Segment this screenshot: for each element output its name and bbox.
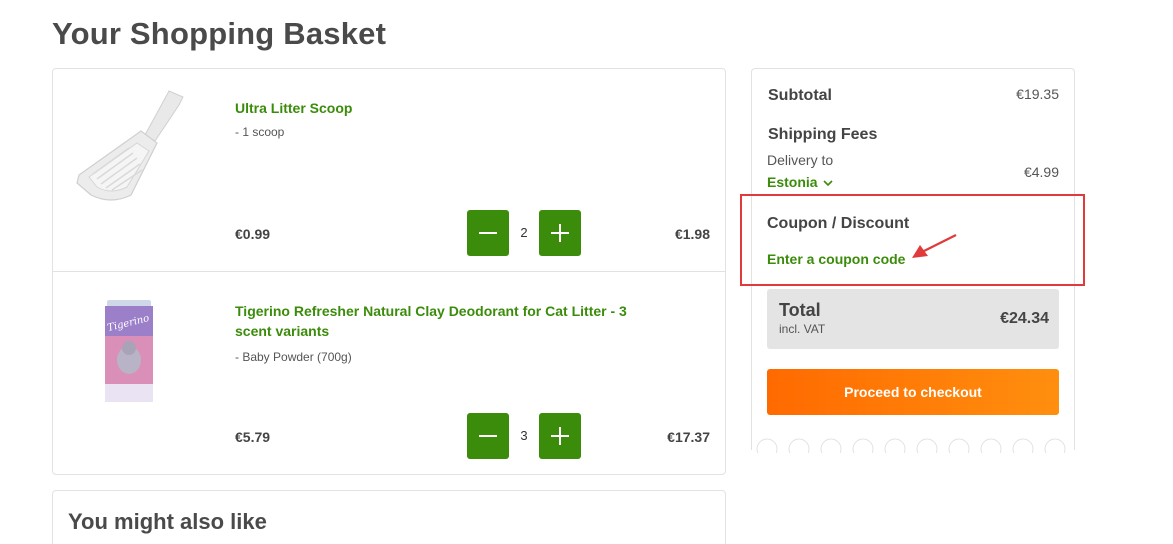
total-box: Total incl. VAT €24.34 <box>767 289 1059 349</box>
scallop-edge-decoration <box>756 438 1066 453</box>
receipt-scallop-edge <box>751 437 1075 453</box>
quantity-stepper: 3 <box>467 413 581 459</box>
line-total: €1.98 <box>674 226 710 242</box>
page-title: Your Shopping Basket <box>52 16 387 51</box>
total-value: €24.34 <box>1000 310 1049 327</box>
recommendations-panel: You might also like <box>52 490 726 544</box>
shipping-value: €4.99 <box>1023 164 1059 180</box>
country-value: Estonia <box>767 174 818 190</box>
decrease-quantity-button[interactable] <box>467 210 509 256</box>
basket-item: Tigerino Tigerino Refresher Natural Clay… <box>53 272 725 475</box>
product-image[interactable] <box>71 83 191 203</box>
deodorant-can-icon: Tigerino <box>105 300 153 402</box>
plus-icon <box>551 224 569 242</box>
subtotal-value: €19.35 <box>1016 86 1059 102</box>
total-vat-note: incl. VAT <box>779 322 826 336</box>
product-variant: - Baby Powder (700g) <box>235 350 352 364</box>
product-image[interactable]: Tigerino <box>71 286 191 406</box>
subtotal-label: Subtotal <box>768 87 832 104</box>
product-variant: - 1 scoop <box>235 125 285 139</box>
proceed-to-checkout-button[interactable]: Proceed to checkout <box>767 369 1059 415</box>
annotation-arrow-icon <box>912 234 957 258</box>
basket-item: Ultra Litter Scoop - 1 scoop €0.99 2 €1.… <box>53 69 725 272</box>
shipping-label: Shipping Fees <box>768 126 878 143</box>
recommendations-title: You might also like <box>68 509 267 534</box>
plus-icon <box>551 427 569 445</box>
line-total: €17.37 <box>667 429 710 445</box>
increase-quantity-button[interactable] <box>539 210 581 256</box>
unit-price: €0.99 <box>235 226 271 242</box>
quantity-value[interactable]: 3 <box>509 413 539 459</box>
product-name-link[interactable]: Ultra Litter Scoop <box>235 98 645 118</box>
chevron-down-icon <box>823 180 833 187</box>
delivery-label: Delivery to <box>767 152 834 168</box>
product-name-link[interactable]: Tigerino Refresher Natural Clay Deodoran… <box>235 301 645 341</box>
minus-icon <box>479 435 497 437</box>
basket-list: Ultra Litter Scoop - 1 scoop €0.99 2 €1.… <box>52 68 726 475</box>
unit-price: €5.79 <box>235 429 271 445</box>
litter-scoop-icon <box>76 90 184 201</box>
decrease-quantity-button[interactable] <box>467 413 509 459</box>
country-select[interactable]: Estonia <box>767 174 833 190</box>
quantity-value[interactable]: 2 <box>509 210 539 256</box>
quantity-stepper: 2 <box>467 210 581 256</box>
total-label: Total <box>779 300 821 320</box>
minus-icon <box>479 232 497 234</box>
increase-quantity-button[interactable] <box>539 413 581 459</box>
